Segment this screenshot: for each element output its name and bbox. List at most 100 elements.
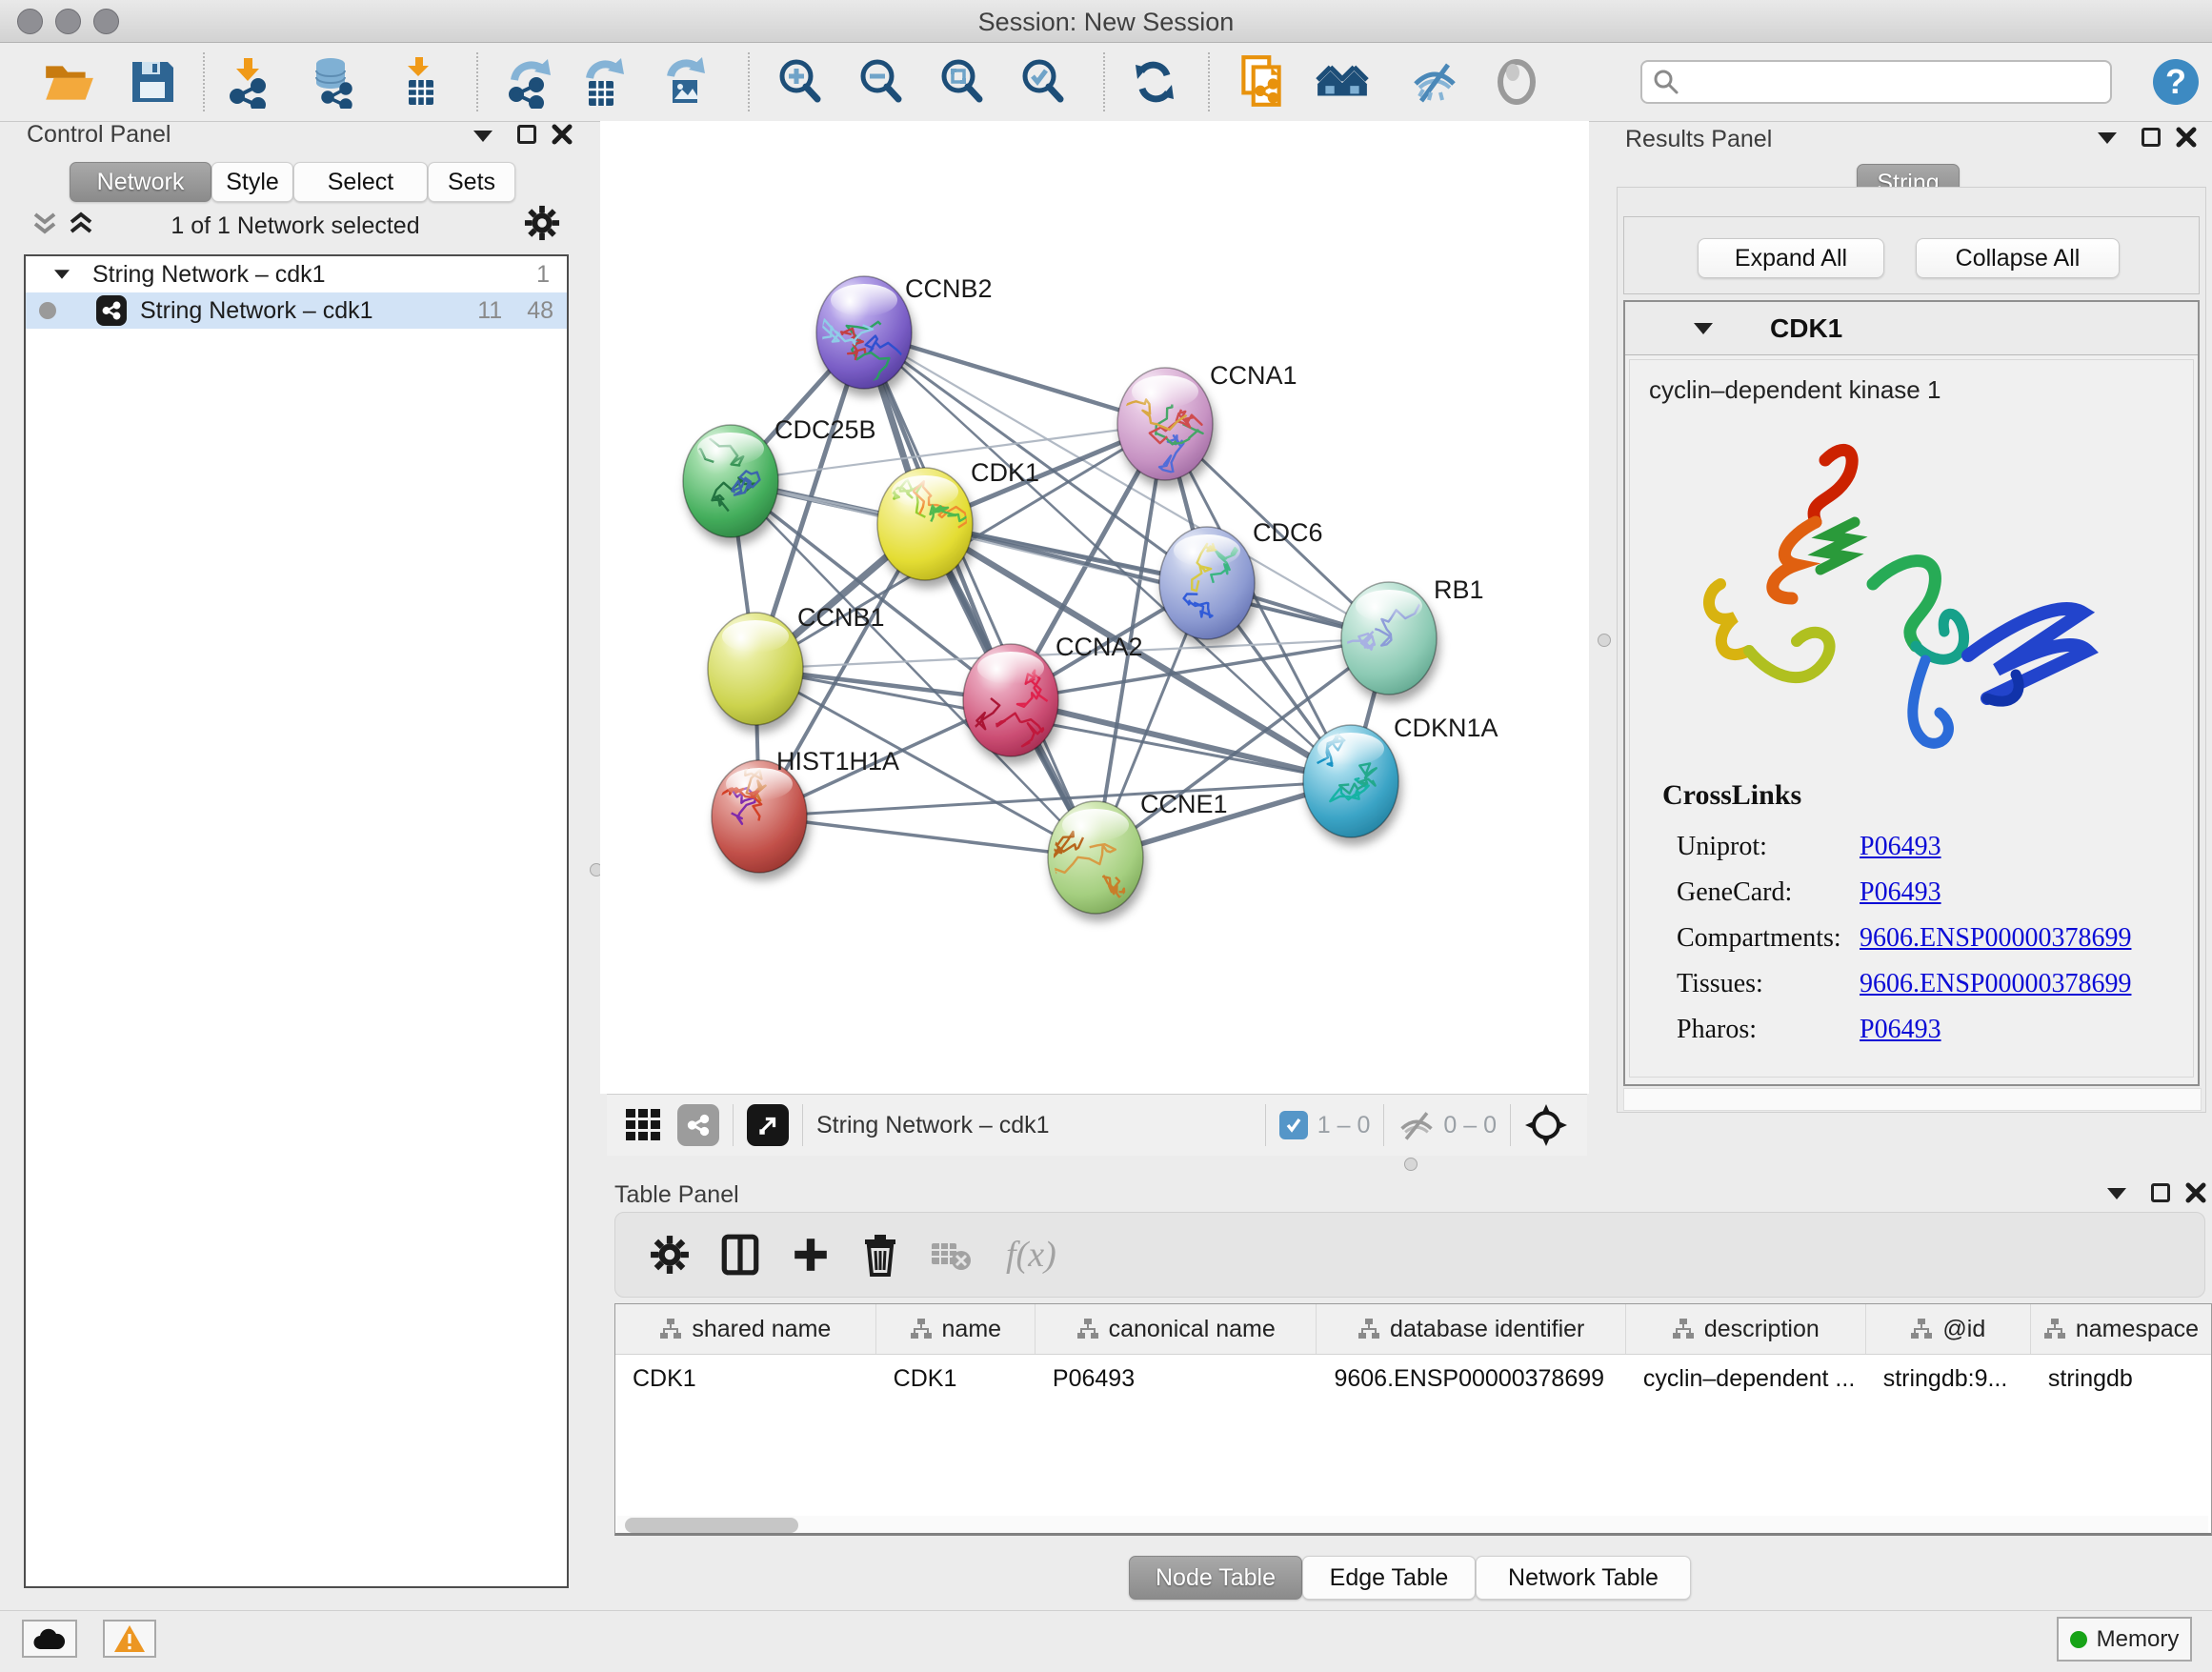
network-node-CDK1[interactable] [877,468,973,580]
import-network-from-database-button[interactable] [305,53,362,111]
network-node-CCNE1[interactable] [1048,801,1143,914]
tab-sets-label: Sets [448,169,495,196]
tab-network-table[interactable]: Network Table [1476,1556,1691,1600]
network-node-CDC6[interactable] [1159,527,1255,639]
table-row[interactable]: CDK1 CDK1 P06493 9606.ENSP00000378699 cy… [615,1355,2211,1402]
zoom-out-button[interactable] [853,53,910,111]
network-view-share-icon[interactable] [677,1104,719,1146]
network-node-CDKN1A[interactable] [1303,725,1398,837]
search-field[interactable] [1640,60,2112,104]
table-panel-float-icon[interactable] [2107,1188,2126,1199]
expand-all-button[interactable]: Expand All [1698,238,1884,278]
bottom-splitter-handle[interactable] [1404,1158,1418,1171]
tab-network[interactable]: Network [70,162,211,202]
network-edge[interactable] [864,332,1096,857]
warnings-button[interactable] [103,1620,156,1658]
tab-network-label: Network [97,169,185,196]
export-network-button[interactable] [501,53,558,111]
selected-checkbox-icon[interactable] [1279,1111,1308,1139]
refresh-button[interactable] [1126,53,1183,111]
crosslink-row: Pharos:P06493 [1676,1014,2132,1046]
crosslink-value[interactable]: 9606.ENSP00000378699 [1860,969,2131,998]
network-node-CCNB2[interactable] [816,276,919,394]
column-header[interactable]: name [876,1304,1036,1354]
network-options-gear-icon[interactable] [524,205,560,241]
tab-style[interactable]: Style [211,162,293,202]
table-panel-close-icon[interactable] [2184,1181,2207,1204]
delete-column-icon[interactable] [861,1233,899,1277]
node-table[interactable]: shared name name canonical name database… [614,1303,2212,1536]
zoom-selected-button[interactable] [1015,53,1072,111]
column-header[interactable]: namespace [2031,1304,2211,1354]
network-node-RB1[interactable] [1341,582,1437,695]
results-panel-close-icon[interactable] [2175,126,2198,149]
tab-node-table[interactable]: Node Table [1129,1556,1302,1600]
gene-collapse-icon[interactable] [1694,323,1713,334]
column-header[interactable]: database identifier [1317,1304,1625,1354]
gene-section-header[interactable]: CDK1 [1625,302,2198,355]
network-node-HIST1H1A[interactable] [712,760,807,873]
scrollbar-thumb[interactable] [625,1518,798,1533]
column-header[interactable]: @id [1866,1304,2031,1354]
export-image-button[interactable] [655,53,713,111]
birds-eye-view-icon[interactable] [1524,1103,1568,1147]
show-columns-icon[interactable] [720,1233,760,1277]
cloud-button[interactable] [22,1620,77,1658]
crosslink-value[interactable]: P06493 [1860,877,1941,907]
collapse-all-networks-icon[interactable] [30,209,59,239]
crosslink-value[interactable]: P06493 [1860,832,1941,861]
collapse-all-button[interactable]: Collapse All [1916,238,2120,278]
memory-button[interactable]: Memory [2057,1617,2192,1662]
table-horizontal-scrollbar[interactable] [617,1516,2208,1535]
table-panel-maximize-icon[interactable] [2151,1183,2170,1202]
import-table-button[interactable] [392,53,450,111]
expand-all-networks-icon[interactable] [67,209,95,239]
network-edge[interactable] [759,816,1096,857]
network-node-CCNA1[interactable] [1111,368,1213,480]
results-scroll-track[interactable] [1623,1088,2202,1111]
detach-view-icon[interactable] [747,1104,789,1146]
show-glass-eye-button[interactable] [1488,53,1545,111]
control-panel-close-icon[interactable] [551,123,573,146]
string-import-button[interactable] [1233,53,1290,111]
network-row[interactable]: String Network – cdk1 11 48 [26,292,567,329]
crosslink-value[interactable]: 9606.ENSP00000378699 [1860,923,2131,953]
crosslink-row: Uniprot:P06493 [1676,831,2132,863]
control-panel-maximize-icon[interactable] [517,125,536,144]
save-session-button[interactable] [124,53,181,111]
crosslink-row: Tissues:9606.ENSP00000378699 [1676,968,2132,1000]
tab-sets[interactable]: Sets [428,162,515,202]
network-node-CCNA2[interactable] [929,644,1058,756]
string-home-button[interactable] [1314,53,1371,111]
column-header[interactable]: canonical name [1036,1304,1317,1354]
grid-view-icon[interactable] [624,1105,664,1145]
network-canvas[interactable]: CCNB2CCNA1CDC25BCDK1CDC6RB1CCNB1CCNA2CDK… [600,121,1589,1094]
crosslink-value[interactable]: P06493 [1860,1015,1941,1044]
control-panel-float-icon[interactable] [473,131,493,142]
zoom-fit-button[interactable] [934,53,991,111]
import-network-button[interactable] [222,53,279,111]
open-session-button[interactable] [40,53,97,111]
help-button[interactable]: ? [2149,55,2202,113]
right-splitter-handle[interactable] [1598,634,1611,647]
network-node-CCNB1[interactable] [708,613,803,725]
column-header[interactable]: description [1626,1304,1866,1354]
export-table-button[interactable] [574,53,632,111]
network-node-CDC25B[interactable] [683,425,778,537]
tab-edge-table[interactable]: Edge Table [1302,1556,1476,1600]
network-collection-row[interactable]: String Network – cdk1 1 [26,256,567,292]
column-header[interactable]: shared name [615,1304,876,1354]
column-label: description [1704,1316,1820,1343]
table-settings-gear-icon[interactable] [650,1235,690,1275]
node-label-CDC25B: CDC25B [774,415,876,444]
results-panel-float-icon[interactable] [2098,132,2117,144]
add-column-icon[interactable] [791,1235,831,1275]
tab-select[interactable]: Select [293,162,428,202]
zoom-out-icon [855,55,908,109]
collection-expand-icon[interactable] [54,270,70,279]
search-input[interactable] [1680,68,2110,96]
network-graph[interactable]: CCNB2CCNA1CDC25BCDK1CDC6RB1CCNB1CCNA2CDK… [600,121,1589,1094]
hide-glass-eye-button[interactable] [1406,53,1463,111]
zoom-in-button[interactable] [772,53,829,111]
results-panel-maximize-icon[interactable] [2142,128,2161,147]
